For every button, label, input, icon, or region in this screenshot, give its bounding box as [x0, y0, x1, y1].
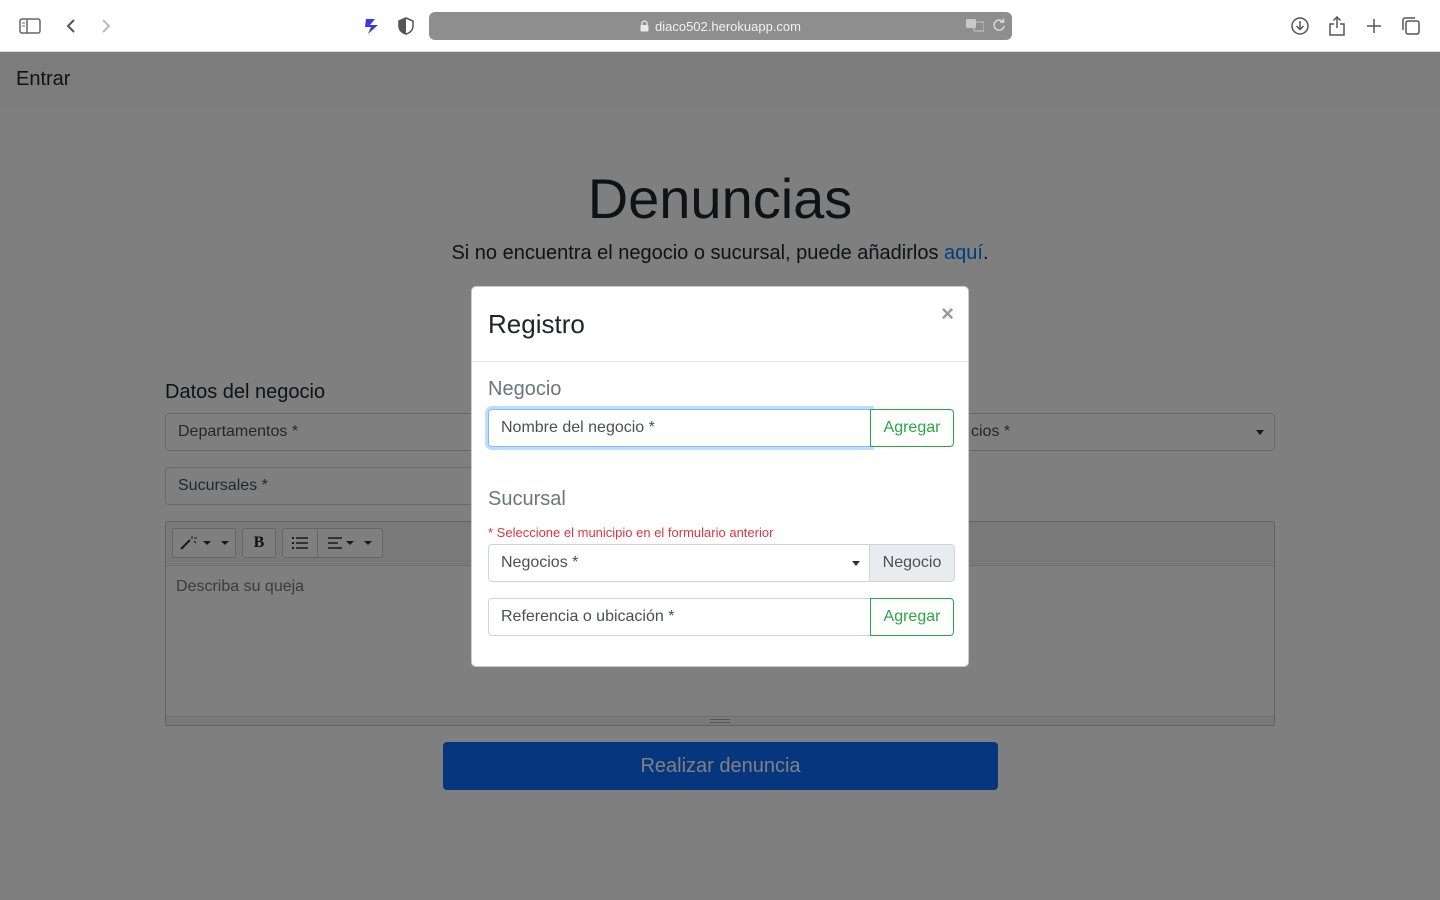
add-business-button[interactable]: Agregar — [870, 409, 954, 447]
negocios-modal-select[interactable]: Negocios * — [488, 544, 870, 582]
business-name-input[interactable]: Nombre del negocio * — [488, 409, 871, 447]
negocios-select-value: Negocios * — [501, 554, 579, 571]
browser-toolbar: diaco502.herokuapp.com — [0, 0, 1440, 52]
chevron-down-icon — [852, 561, 860, 566]
tabs-overview-icon[interactable] — [1399, 14, 1423, 38]
modal-header: Registro × — [472, 287, 968, 362]
negocios-select-group: Negocios * Negocio — [488, 544, 955, 582]
address-bar[interactable]: diaco502.herokuapp.com — [429, 12, 1012, 40]
new-tab-icon[interactable] — [1362, 14, 1386, 38]
translate-icon[interactable] — [966, 18, 985, 35]
lock-icon — [640, 20, 649, 32]
sidebar-icon[interactable] — [18, 14, 42, 38]
referencia-input-group: Referencia o ubicación * Agregar — [488, 598, 954, 636]
negocio-input-group: Nombre del negocio * Agregar — [488, 409, 954, 447]
negocio-addon: Negocio — [869, 544, 955, 582]
close-button[interactable]: × — [941, 303, 954, 325]
registro-modal: Registro × Negocio Nombre del negocio * … — [471, 286, 969, 667]
reload-icon[interactable] — [992, 18, 1006, 35]
share-icon[interactable] — [1325, 14, 1349, 38]
modal-title: Registro — [488, 309, 585, 339]
negocio-heading: Negocio — [488, 378, 562, 400]
add-branch-button[interactable]: Agregar — [870, 598, 954, 636]
forward-icon[interactable] — [94, 14, 118, 38]
reference-location-input[interactable]: Referencia o ubicación * — [488, 598, 871, 636]
download-icon[interactable] — [1288, 14, 1312, 38]
municipio-warning: * Seleccione el municipio en el formular… — [488, 525, 774, 540]
back-icon[interactable] — [59, 14, 83, 38]
url-text: diaco502.herokuapp.com — [655, 18, 801, 34]
extension-icon[interactable] — [360, 14, 384, 38]
sucursal-heading: Sucursal — [488, 488, 566, 510]
shield-icon[interactable] — [394, 14, 418, 38]
